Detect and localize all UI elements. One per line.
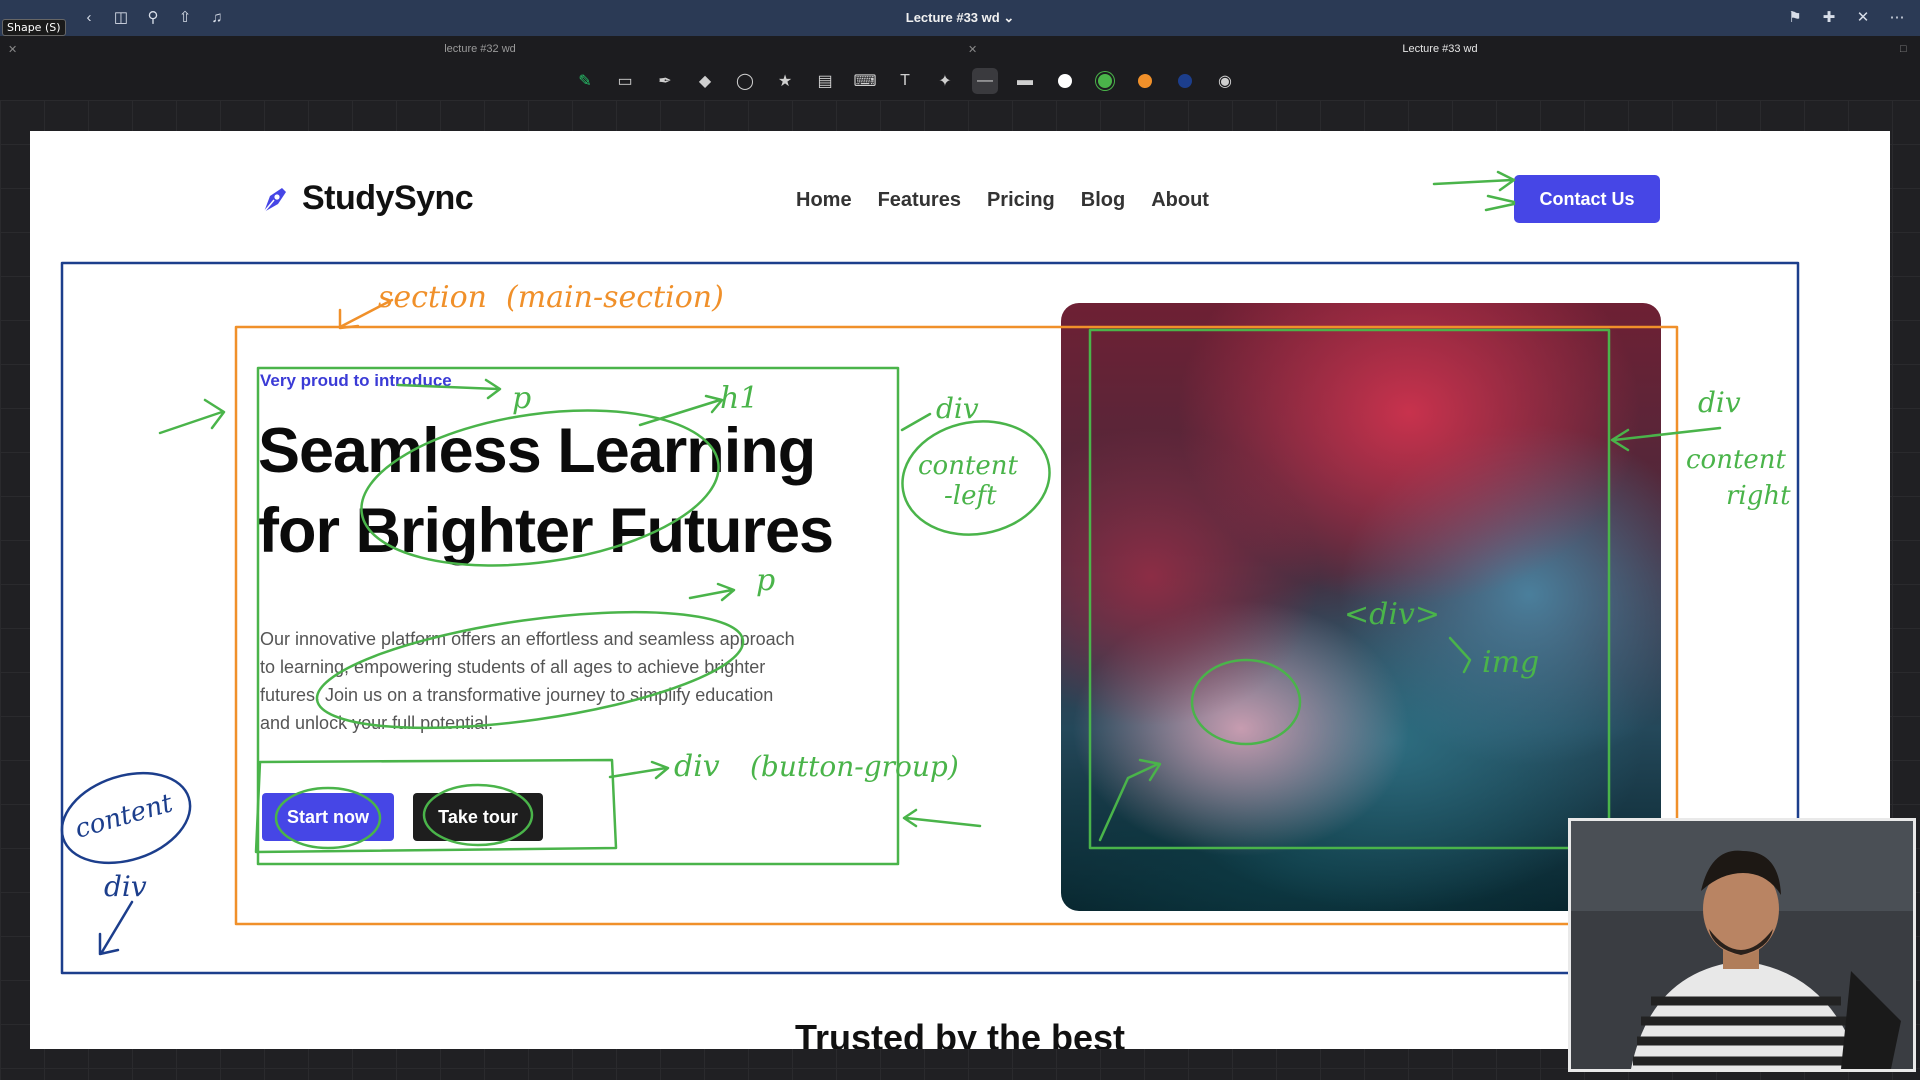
instructor-webcam — [1568, 818, 1916, 1072]
color-orange-button[interactable] — [1132, 68, 1158, 94]
color-picker-icon[interactable]: ◉ — [1212, 68, 1238, 94]
tab-overview-icon[interactable]: □ — [1900, 43, 1907, 55]
shapes-icon[interactable]: ◆ — [692, 68, 718, 94]
hero-eyebrow: Very proud to introduce — [260, 371, 452, 390]
image-icon[interactable]: ▤ — [812, 68, 838, 94]
laser-pointer-icon[interactable]: ✦ — [932, 68, 958, 94]
tab-bar: ✕ lecture #32 wd ✕ Lecture #33 wd □ — [0, 36, 1920, 63]
headline-line-2: for Brighter Futures — [258, 496, 834, 566]
main-nav: Home Features Pricing Blog About — [796, 189, 1209, 212]
headline-line-1: Seamless Learning — [258, 416, 816, 486]
color-green-button[interactable] — [1092, 68, 1118, 94]
nav-home[interactable]: Home — [796, 189, 852, 212]
pen-nib-logo-icon — [263, 187, 286, 212]
nav-about[interactable]: About — [1151, 189, 1209, 212]
bookmark-icon[interactable]: ⚑ — [1786, 8, 1804, 26]
drawing-toolbar: ✎ ▭ ✒ ◆ ◯ ★ ▤ ⌨ T ✦ — ▬ ◉ — [0, 62, 1920, 100]
sticker-icon[interactable]: ★ — [772, 68, 798, 94]
pen-icon[interactable]: ✎ — [572, 68, 598, 94]
hero-paragraph: Our innovative platform offers an effort… — [260, 629, 795, 733]
keyboard-icon[interactable]: ⌨ — [852, 68, 878, 94]
brand-name: StudySync — [302, 179, 474, 217]
title-bar-right-icons: ⚑ ✚ ✕ ⋯ — [1786, 8, 1906, 26]
color-white-button[interactable] — [1052, 68, 1078, 94]
stroke-thick-button[interactable]: ▬ — [1012, 68, 1038, 94]
brand-logo[interactable]: StudySync — [258, 179, 474, 218]
lasso-icon[interactable]: ◯ — [732, 68, 758, 94]
tool-group: ✎ ▭ ✒ ◆ ◯ ★ ▤ ⌨ T ✦ — ▬ ◉ — [572, 68, 1238, 94]
eraser-icon[interactable]: ▭ — [612, 68, 638, 94]
start-now-button[interactable]: Start now — [262, 793, 394, 841]
new-page-icon[interactable]: ✚ — [1820, 8, 1838, 26]
hero-headline: Seamless Learning for Brighter Futures — [258, 411, 938, 571]
stroke-width-button[interactable]: — — [972, 68, 998, 94]
take-tour-button[interactable]: Take tour — [413, 793, 543, 841]
nav-features[interactable]: Features — [878, 189, 961, 212]
title-bar: Shape (S) ‹ ◫ ⚲ ⇧ ♫ Lecture #33 wd ⌄ ⚑ ✚… — [0, 0, 1920, 36]
tab-lecture-32[interactable]: lecture #32 wd — [0, 36, 960, 62]
nav-pricing[interactable]: Pricing — [987, 189, 1055, 212]
color-blue-button[interactable] — [1172, 68, 1198, 94]
tab-lecture-33[interactable]: Lecture #33 wd — [960, 36, 1920, 62]
document-title[interactable]: Lecture #33 wd ⌄ — [0, 10, 1920, 26]
text-box-icon[interactable]: T — [892, 68, 918, 94]
highlighter-icon[interactable]: ✒ — [652, 68, 678, 94]
close-icon[interactable]: ✕ — [1854, 8, 1872, 26]
nav-blog[interactable]: Blog — [1081, 189, 1125, 212]
instructor-figure — [1571, 821, 1913, 1069]
more-icon[interactable]: ⋯ — [1888, 8, 1906, 26]
contact-us-button[interactable]: Contact Us — [1514, 175, 1660, 223]
